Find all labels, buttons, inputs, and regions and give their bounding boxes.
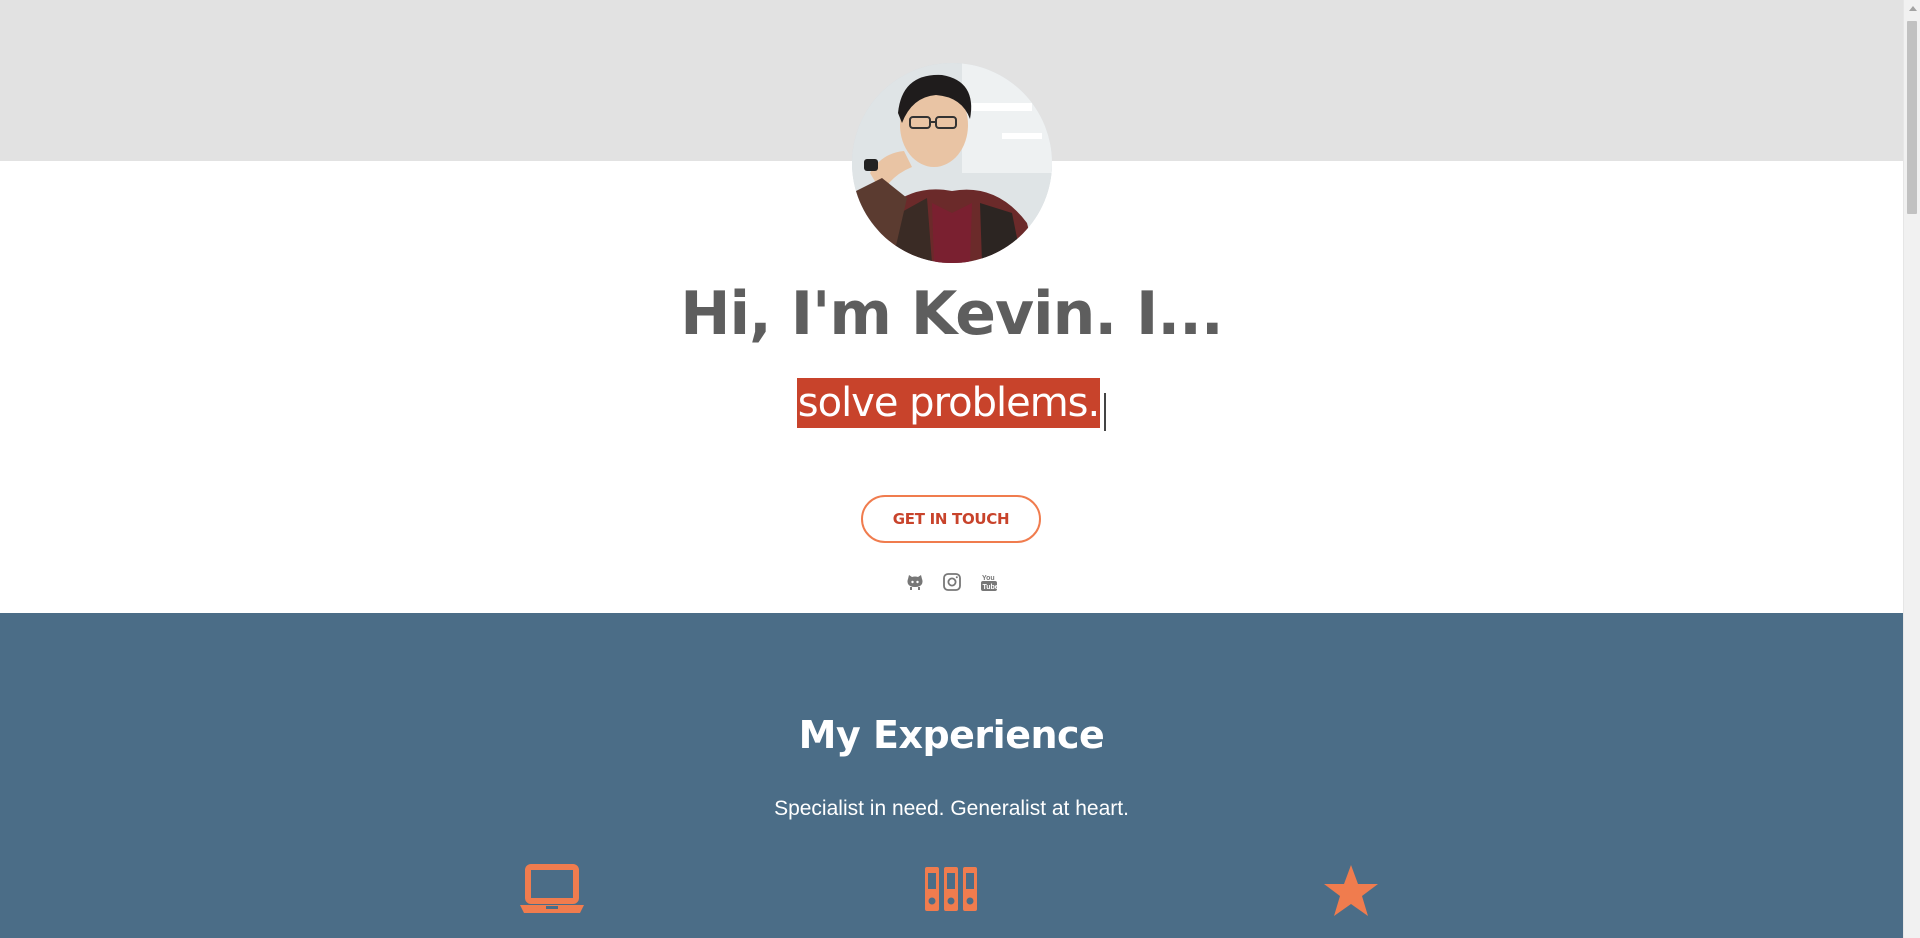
- experience-section: My Experience Specialist in need. Genera…: [0, 613, 1903, 938]
- get-in-touch-button[interactable]: GET IN TOUCH: [861, 495, 1041, 543]
- typed-line: solve problems.: [0, 378, 1903, 437]
- star-icon: [1322, 863, 1380, 924]
- page: Hi, I'm Kevin. I... solve problems. GET …: [0, 0, 1903, 938]
- profile-avatar: [852, 63, 1052, 263]
- github-icon[interactable]: [905, 572, 925, 592]
- instagram-icon[interactable]: [942, 572, 962, 592]
- typed-text-highlight: solve problems.: [796, 378, 1100, 428]
- hero-title: Hi, I'm Kevin. I...: [680, 279, 1223, 349]
- scrollbar-thumb[interactable]: [1907, 21, 1917, 214]
- typed-cursor: [1104, 392, 1107, 431]
- vertical-scrollbar[interactable]: [1903, 0, 1920, 938]
- svg-text:Tube: Tube: [982, 584, 998, 591]
- binders-icon: [923, 863, 979, 920]
- youtube-icon[interactable]: You Tube: [979, 572, 999, 592]
- svg-text:You: You: [982, 575, 995, 582]
- social-links: You Tube: [0, 572, 1903, 592]
- experience-title: My Experience: [798, 713, 1105, 757]
- experience-subtitle: Specialist in need. Generalist at heart.: [774, 797, 1129, 820]
- scroll-up-arrow-icon[interactable]: [1904, 0, 1920, 17]
- laptop-icon: [520, 863, 584, 920]
